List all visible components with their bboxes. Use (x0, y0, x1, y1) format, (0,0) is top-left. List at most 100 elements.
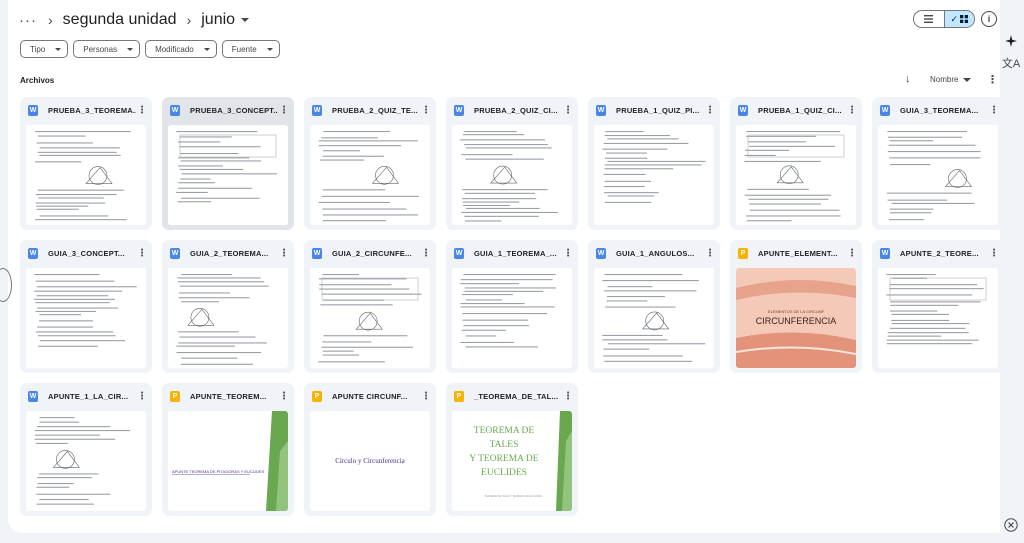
file-card[interactable]: P APUNTE CIRCUNF... ⋮ Círculo y Circunferen… (304, 383, 436, 516)
svg-text:TEOREMA DE TALES Y TEOREMA DE: TEOREMA DE TALES Y TEOREMA DE EUCLIDES (485, 495, 543, 498)
more-options-icon[interactable]: ⋮ (278, 105, 290, 116)
file-card[interactable]: W GUIA_1_TEOREMA_... ⋮ (446, 240, 578, 373)
more-options-icon[interactable]: ⋮ (562, 248, 574, 259)
file-name: PRUEBA_1_QUIZ_PI... (616, 106, 700, 115)
svg-text:Y TEOREMA DE: Y TEOREMA DE (469, 454, 538, 464)
check-icon: ✓ (950, 13, 959, 24)
filter-chip[interactable]: Modificado (145, 40, 217, 58)
filter-chip[interactable]: Tipo (20, 40, 69, 58)
view-toggle: ✓ (913, 10, 975, 28)
file-card[interactable]: W GUIA_2_CIRCUNFE... ⋮ (304, 240, 436, 373)
filter-chip-label: Fuente (231, 44, 257, 54)
chevron-down-icon (127, 47, 134, 51)
word-doc-icon: W (596, 105, 606, 116)
file-name: GUIA_1_ANGULOS... (616, 249, 695, 258)
breadcrumb-current-label: junio (201, 11, 236, 28)
file-card[interactable]: W GUIA_3_CONCEPT... ⋮ (20, 240, 152, 373)
sort-button[interactable]: Nombre (930, 75, 972, 84)
breadcrumb-current[interactable]: junio (201, 11, 250, 29)
file-card[interactable]: W GUIA_3_TEOREMA... ⋮ (872, 97, 1004, 230)
slides-icon: P (454, 391, 464, 402)
grid-icon (960, 15, 969, 23)
grid-view-button[interactable]: ✓ (943, 11, 974, 27)
more-options-icon[interactable]: ⋮ (420, 248, 432, 259)
file-card[interactable]: W PRUEBA_1_QUIZ_PI... ⋮ (588, 97, 720, 230)
slides-icon: P (170, 391, 180, 402)
close-icon[interactable] (1000, 514, 1022, 536)
more-options-icon[interactable]: ⋮ (278, 248, 290, 259)
edge-handle[interactable] (0, 268, 12, 302)
word-doc-icon: W (880, 105, 890, 116)
file-card-header: W PRUEBA_3_CONCEPT... ⋮ (162, 97, 294, 124)
file-card-header: W PRUEBA_1_QUIZ_CI... ⋮ (730, 97, 862, 124)
filter-chip[interactable]: Personas (73, 40, 141, 58)
file-card[interactable]: P APUNTE_ELEMENT... ⋮ ELEMENTOS DE LA CIRCU… (730, 240, 862, 373)
more-options-icon[interactable]: ⋮ (420, 105, 432, 116)
more-options-icon[interactable]: ⋮ (562, 391, 574, 402)
file-thumbnail (26, 268, 146, 368)
more-options-icon[interactable]: ⋮ (846, 248, 858, 259)
chevron-down-icon (55, 47, 62, 51)
file-name: APUNTE_ELEMENT... (758, 249, 838, 258)
file-card[interactable]: W APUNTE_2_TEORE... ⋮ (872, 240, 1004, 373)
file-thumbnail (594, 125, 714, 225)
slides-icon: P (312, 391, 322, 402)
sparkle-icon[interactable] (1000, 30, 1022, 52)
file-card[interactable]: P _TEOREMA_DE_TAL... ⋮ TEOREMA DE TALES Y TEO… (446, 383, 578, 516)
list-view-button[interactable] (914, 11, 944, 27)
more-options-icon[interactable]: ⋮ (278, 391, 290, 402)
more-options-icon[interactable]: ⋮ (988, 248, 1000, 259)
svg-text:EUCLIDES: EUCLIDES (481, 468, 527, 478)
file-card-header: W APUNTE_2_TEORE... ⋮ (872, 240, 1004, 267)
word-doc-icon: W (454, 105, 464, 116)
file-thumbnail: APUNTE TEOREMA DE PITAGORAS Y EUCLIDES (168, 411, 288, 511)
file-card[interactable]: W GUIA_1_ANGULOS... ⋮ (588, 240, 720, 373)
file-name: PRUEBA_2_QUIZ_TE... (332, 106, 418, 115)
file-card[interactable]: W PRUEBA_2_QUIZ_CI... ⋮ (446, 97, 578, 230)
more-options-icon[interactable]: ⋮ (846, 105, 858, 116)
more-options-icon[interactable]: ⋮ (136, 391, 148, 402)
svg-text:TALES: TALES (490, 440, 519, 450)
file-card[interactable]: P APUNTE_TEOREM... ⋮ APUNTE TEOREMA DE PITA… (162, 383, 294, 516)
chevron-right-icon: › (48, 12, 53, 28)
more-options-icon[interactable]: ⋮ (420, 391, 432, 402)
info-icon[interactable]: i (981, 11, 997, 27)
sort-direction-icon[interactable]: ↓ (905, 73, 911, 85)
breadcrumb-parent[interactable]: segunda unidad (63, 11, 177, 29)
svg-text:APUNTE TEOREMA DE PITAGORAS Y: APUNTE TEOREMA DE PITAGORAS Y EUCLIDES (172, 469, 265, 474)
file-thumbnail (310, 125, 430, 225)
file-card-header: W PRUEBA_3_TEOREMA... ⋮ (20, 97, 152, 124)
translate-icon[interactable]: 文A (1000, 52, 1022, 74)
more-options-icon[interactable]: ⋮ (136, 248, 148, 259)
file-thumbnail (310, 268, 430, 368)
more-options-icon[interactable]: ⋮ (136, 105, 148, 116)
file-card[interactable]: W PRUEBA_3_TEOREMA... ⋮ (20, 97, 152, 230)
filter-chip[interactable]: Fuente (221, 40, 280, 58)
more-options-icon[interactable]: ⋮ (704, 105, 716, 116)
more-options-icon[interactable]: ⋮ (704, 248, 716, 259)
file-card-header: W GUIA_2_TEOREMA... ⋮ (162, 240, 294, 267)
file-card[interactable]: W GUIA_2_TEOREMA... ⋮ (162, 240, 294, 373)
drive-page: ··· › segunda unidad › junio ✓ i Tipo Per… (0, 0, 1024, 543)
list-icon (924, 15, 934, 23)
word-doc-icon: W (170, 248, 180, 259)
file-name: PRUEBA_1_QUIZ_CI... (758, 106, 842, 115)
file-card-header: W GUIA_3_CONCEPT... ⋮ (20, 240, 152, 267)
file-card[interactable]: W PRUEBA_1_QUIZ_CI... ⋮ (730, 97, 862, 230)
file-card[interactable]: W PRUEBA_2_QUIZ_TE... ⋮ (304, 97, 436, 230)
more-options-icon[interactable]: ⋮ (562, 105, 574, 116)
chevron-down-icon (241, 18, 250, 22)
more-breadcrumbs-button[interactable]: ··· (18, 12, 38, 29)
more-options-icon[interactable]: ⋮ (987, 73, 998, 86)
file-name: GUIA_2_TEOREMA... (190, 249, 269, 258)
file-card[interactable]: W PRUEBA_3_CONCEPT... ⋮ (162, 97, 294, 230)
file-thumbnail (168, 125, 288, 225)
file-card-header: W GUIA_3_TEOREMA... ⋮ (872, 97, 1004, 124)
file-card-header: W PRUEBA_2_QUIZ_TE... ⋮ (304, 97, 436, 124)
file-name: APUNTE_TEOREM... (190, 392, 267, 401)
more-options-icon[interactable]: ⋮ (988, 105, 1000, 116)
word-doc-icon: W (880, 248, 890, 259)
breadcrumb: ··· › segunda unidad › junio (18, 6, 250, 34)
word-doc-icon: W (312, 105, 322, 116)
file-card[interactable]: W APUNTE_1_LA_CIR... ⋮ (20, 383, 152, 516)
